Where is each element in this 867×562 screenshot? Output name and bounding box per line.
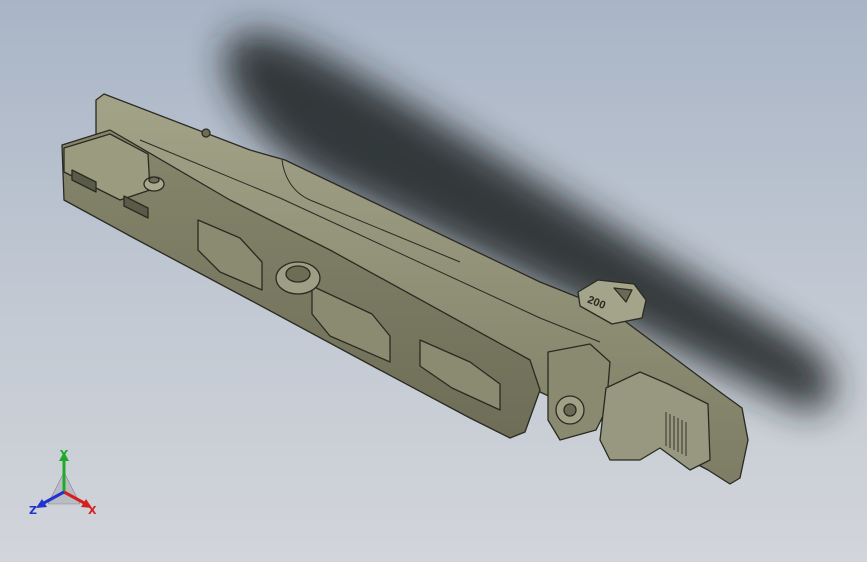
coordinate-triad[interactable]: Y X Z	[24, 446, 104, 526]
z-axis-label: Z	[29, 504, 37, 517]
round-boss-hole	[285, 265, 311, 283]
graphics-viewport[interactable]: 200 Y X Z	[0, 0, 867, 562]
small-hole	[201, 128, 211, 138]
left-pin-top	[148, 176, 160, 184]
3d-model-view[interactable]: 200	[0, 0, 867, 562]
x-axis-label: X	[88, 504, 97, 517]
screw-slot	[563, 403, 577, 417]
y-axis-label: Y	[59, 448, 69, 461]
latch-block	[547, 343, 611, 441]
